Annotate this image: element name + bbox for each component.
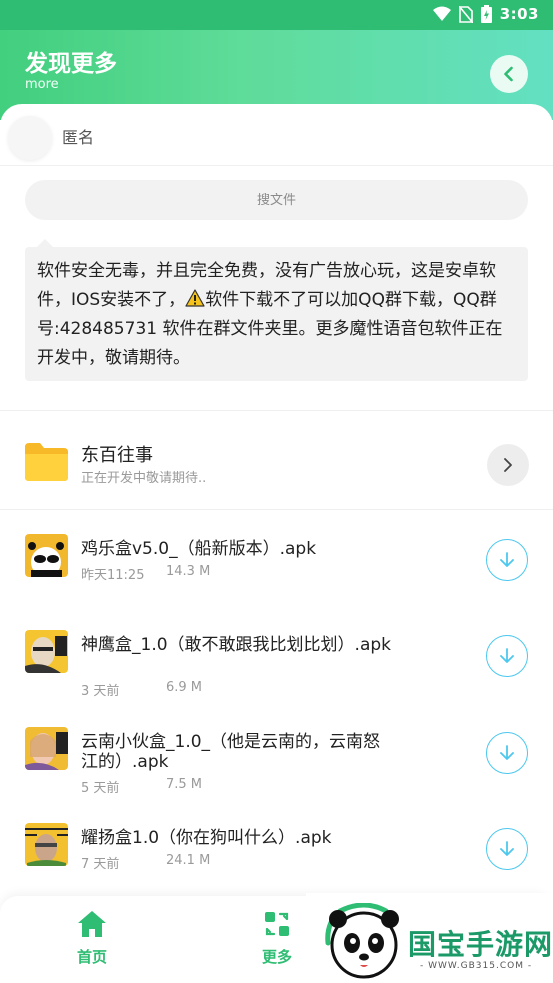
tab-more[interactable]: 更多	[247, 910, 307, 967]
no-sim-icon	[458, 5, 473, 23]
folder-name: 东百往事	[81, 445, 153, 466]
download-button[interactable]	[486, 539, 528, 581]
search-input[interactable]	[25, 192, 528, 208]
tab-home[interactable]: 首页	[62, 910, 122, 967]
warning-icon	[185, 289, 205, 307]
back-button[interactable]	[490, 55, 528, 93]
app-thumbnail	[25, 823, 68, 866]
user-row[interactable]: 匿名	[0, 104, 553, 166]
folder-open-button[interactable]	[487, 444, 529, 486]
more-icon	[265, 912, 289, 936]
file-name: 神鹰盒_1.0（敢不敢跟我比划比划）.apk	[81, 635, 391, 655]
status-icons: 3:03	[432, 5, 539, 23]
folder-row[interactable]: 东百往事 正在开发中敬请期待..	[0, 411, 553, 511]
file-size: 6.9 M	[166, 680, 203, 695]
download-icon	[500, 552, 514, 567]
notice-text: 软件安全无毒，并且完全免费，没有广告放心玩，这是安卓软件，IOS安装不了， 软件下…	[37, 257, 516, 373]
file-time: 3 天前	[81, 684, 120, 699]
download-icon	[500, 745, 514, 760]
chevron-right-icon	[504, 458, 512, 472]
file-name: 耀扬盒1.0（你在狗叫什么）.apk	[81, 828, 332, 848]
avatar[interactable]	[8, 116, 52, 160]
file-name: 鸡乐盒v5.0_（船新版本）.apk	[81, 539, 317, 559]
file-time: 昨天11:25	[81, 568, 145, 583]
battery-charging-icon	[480, 5, 492, 23]
file-size: 7.5 M	[166, 777, 203, 792]
page-subtitle: more	[25, 77, 59, 92]
download-icon	[500, 841, 514, 856]
home-icon	[78, 911, 106, 937]
list-item[interactable]: 耀扬盒1.0（你在狗叫什么）.apk 7 天前 24.1 M	[0, 798, 553, 894]
file-size: 14.3 M	[166, 564, 211, 579]
status-bar: 3:03	[0, 0, 553, 30]
tab-more-label: 更多	[261, 948, 292, 966]
watermark-text: 国宝手游网	[408, 928, 553, 961]
panda-icon	[325, 903, 399, 979]
file-time: 5 天前	[81, 781, 120, 796]
file-name: 云南小伙盒_1.0_（他是云南的，云南怒江的）.apk	[81, 732, 381, 772]
app-thumbnail	[25, 630, 68, 673]
page-title: 发现更多	[25, 51, 117, 77]
download-icon	[500, 648, 514, 663]
app-thumbnail	[25, 534, 68, 577]
file-time: 7 天前	[81, 857, 120, 872]
search-bar[interactable]	[25, 180, 528, 220]
download-button[interactable]	[486, 732, 528, 774]
folder-icon	[25, 443, 68, 481]
download-button[interactable]	[486, 828, 528, 870]
folder-desc: 正在开发中敬请期待..	[81, 471, 207, 486]
watermark-url: - WWW.GB315.COM -	[420, 961, 533, 971]
user-name: 匿名	[62, 128, 95, 147]
watermark-logo: 国宝手游网 - WWW.GB315.COM -	[306, 893, 553, 983]
file-size: 24.1 M	[166, 853, 211, 868]
list-item[interactable]: 神鹰盒_1.0（敢不敢跟我比划比划）.apk 3 天前 6.9 M	[0, 605, 553, 701]
list-item[interactable]: 鸡乐盒v5.0_（船新版本）.apk 昨天11:25 14.3 M	[0, 509, 553, 605]
chevron-left-icon	[504, 66, 513, 82]
list-item[interactable]: 云南小伙盒_1.0_（他是云南的，云南怒江的）.apk 5 天前 7.5 M	[0, 702, 553, 798]
notice-bubble: 软件安全无毒，并且完全免费，没有广告放心玩，这是安卓软件，IOS安装不了， 软件下…	[25, 239, 528, 381]
wifi-icon	[432, 6, 451, 21]
app-thumbnail	[25, 727, 68, 770]
download-button[interactable]	[486, 635, 528, 677]
content-sheet: 匿名 软件安全无毒，并且完全免费，没有广告放心玩，这是安卓软件，IOS安装不了，…	[0, 104, 553, 904]
tab-home-label: 首页	[76, 948, 107, 966]
status-time: 3:03	[499, 5, 539, 23]
